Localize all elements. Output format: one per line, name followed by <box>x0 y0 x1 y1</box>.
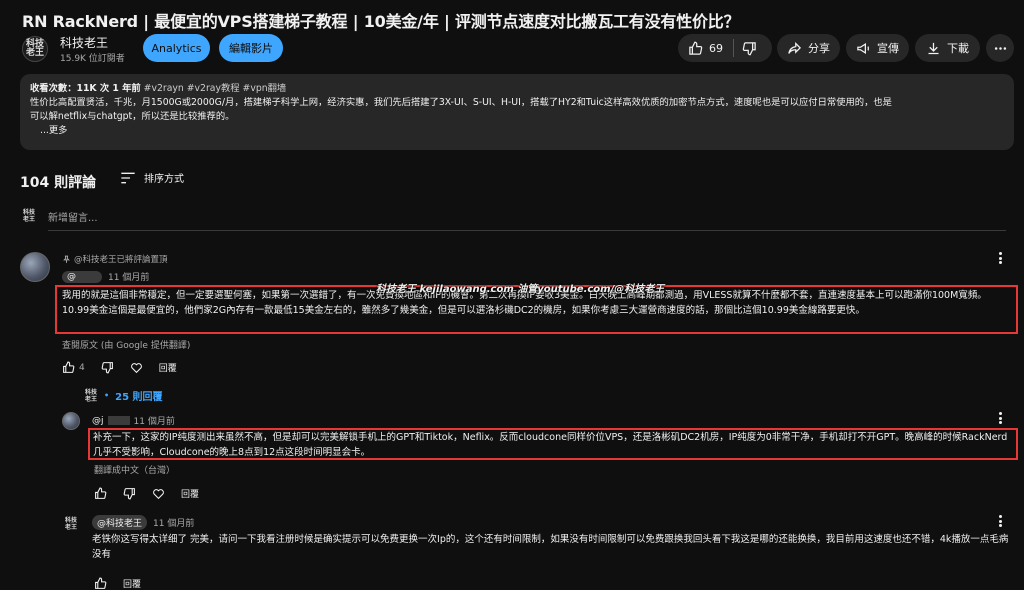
reply-button[interactable]: 回覆 <box>181 487 199 500</box>
reply-button[interactable]: 回覆 <box>123 577 141 590</box>
reply-avatar[interactable] <box>62 412 80 430</box>
analytics-button[interactable]: Analytics <box>143 34 210 62</box>
description-line: 性价比高配置贤活，千兆，月1500G或2000G/月，搭建梯子科学上网，经济实惠… <box>30 97 892 108</box>
sort-icon <box>121 172 135 183</box>
thumbs-up-icon <box>63 361 75 373</box>
thumbs-up-icon <box>689 41 703 55</box>
thumbs-down-icon <box>742 41 756 55</box>
creator-avatar[interactable]: 科技 老王 <box>62 517 80 531</box>
analytics-label: Analytics <box>151 41 202 55</box>
reply-actions: 回覆 <box>94 487 199 500</box>
translate-link[interactable]: 翻譯成中文（台灣） <box>94 463 175 476</box>
view-stats: 收看次數：11K 次 1 年前 <box>30 83 141 94</box>
watermark: 科技老王 kejilaowang.com 油管youtube.com/@科技老王 <box>376 284 665 295</box>
pin-icon <box>63 255 70 263</box>
comment-menu-button[interactable] <box>994 251 1006 265</box>
share-button[interactable]: 分享 <box>777 34 840 62</box>
download-icon <box>928 42 939 54</box>
download-label: 下載 <box>947 42 969 55</box>
description-box[interactable]: 收看次數：11K 次 1 年前 #v2rayn #v2ray教程 #vpn翻墙 … <box>20 74 1014 150</box>
channel-logo: 科技 老王 <box>25 39 44 58</box>
thumbs-down-icon[interactable] <box>101 361 114 374</box>
chevron-up-icon: • <box>104 391 110 400</box>
reply-header: @j 11 個月前 <box>92 414 175 428</box>
creator-avatar: 科技 老王 <box>84 388 97 403</box>
commenter-avatar[interactable] <box>20 252 50 282</box>
replies-count: 25 則回覆 <box>115 392 163 403</box>
reply-header: @科技老王 11 個月前 <box>92 515 194 530</box>
reply-author[interactable]: @j <box>92 416 104 426</box>
reply-time[interactable]: 11 個月前 <box>153 516 194 529</box>
reply-menu-button[interactable] <box>994 411 1006 425</box>
comment-count: 104 則評論 <box>20 175 97 191</box>
promote-label: 宣傳 <box>877 42 899 55</box>
comment-actions: 4 回覆 <box>62 361 177 374</box>
like-count: 69 <box>709 41 723 55</box>
view-replies-button[interactable]: 科技 老王 • 25 則回覆 <box>84 388 163 404</box>
comment-time[interactable]: 11 個月前 <box>108 270 149 283</box>
like-button[interactable]: 69 <box>678 34 723 62</box>
thumbs-up-icon[interactable] <box>94 487 107 500</box>
comment-like-button[interactable]: 4 <box>62 361 85 374</box>
download-button[interactable]: 下載 <box>915 34 980 62</box>
edit-video-label: 編輯影片 <box>229 42 273 55</box>
heart-icon[interactable] <box>130 361 143 374</box>
share-label: 分享 <box>808 42 830 55</box>
reply-actions: 回覆 <box>94 577 141 590</box>
channel-name[interactable]: 科技老王 <box>60 34 108 51</box>
comment-author[interactable]: @ <box>62 270 102 283</box>
reply-text: 老铁你这写得太详细了 完美，请问一下我看注册时候是确实提示可以免费更换一次Ip的… <box>92 534 1009 560</box>
pinned-indicator: @科技老王已將評論置頂 <box>62 253 168 265</box>
user-avatar: 科技 老王 <box>22 209 35 223</box>
more-actions-button[interactable] <box>986 34 1014 62</box>
reply-author[interactable]: @科技老王 <box>92 515 148 530</box>
sort-label: 排序方式 <box>144 174 184 185</box>
thumbs-up-icon[interactable] <box>94 577 107 590</box>
channel-avatar[interactable]: 科技 老王 <box>22 36 48 62</box>
redacted-name <box>107 416 130 425</box>
reply-menu-button[interactable] <box>994 514 1006 528</box>
reply-text: 补充一下，这家的IP纯度测出来虽然不高，但是却可以完美解锁手机上的GPT和Tik… <box>88 428 1018 460</box>
share-icon <box>788 41 802 54</box>
heart-icon[interactable] <box>152 487 165 500</box>
reply-time[interactable]: 11 個月前 <box>134 414 175 427</box>
video-title: RN RackNerd | 最便宜的VPS搭建梯子教程 | 10美金/年 | 评… <box>22 12 740 31</box>
more-horizontal-icon <box>994 46 1006 50</box>
reply-button[interactable]: 回覆 <box>159 361 177 374</box>
like-dislike-group: 69 <box>678 34 772 62</box>
translate-link[interactable]: 查閱原文 (由 Google 提供翻譯) <box>62 338 190 351</box>
dislike-button[interactable] <box>742 41 757 56</box>
like-divider <box>733 39 734 57</box>
description-line: 可以解netflix与chatgpt，所以还是比较推荐的。 <box>30 111 235 122</box>
subscriber-count: 15.9K 位訂閱者 <box>60 54 125 64</box>
thumbs-down-icon[interactable] <box>123 487 136 500</box>
add-comment-input[interactable]: 新增留言... <box>48 209 1006 231</box>
megaphone-icon <box>857 42 869 54</box>
comment-like-count: 4 <box>79 362 85 373</box>
promote-button[interactable]: 宣傳 <box>846 34 909 62</box>
comment-header: @ 11 個月前 <box>62 270 149 283</box>
sort-button[interactable]: 排序方式 <box>120 170 184 185</box>
pinned-text: @科技老王已將評論置頂 <box>74 255 168 265</box>
hashtags[interactable]: #v2rayn #v2ray教程 #vpn翻墙 <box>144 83 287 94</box>
show-more-link[interactable]: ...更多 <box>30 124 1004 138</box>
edit-video-button[interactable]: 編輯影片 <box>219 34 283 62</box>
